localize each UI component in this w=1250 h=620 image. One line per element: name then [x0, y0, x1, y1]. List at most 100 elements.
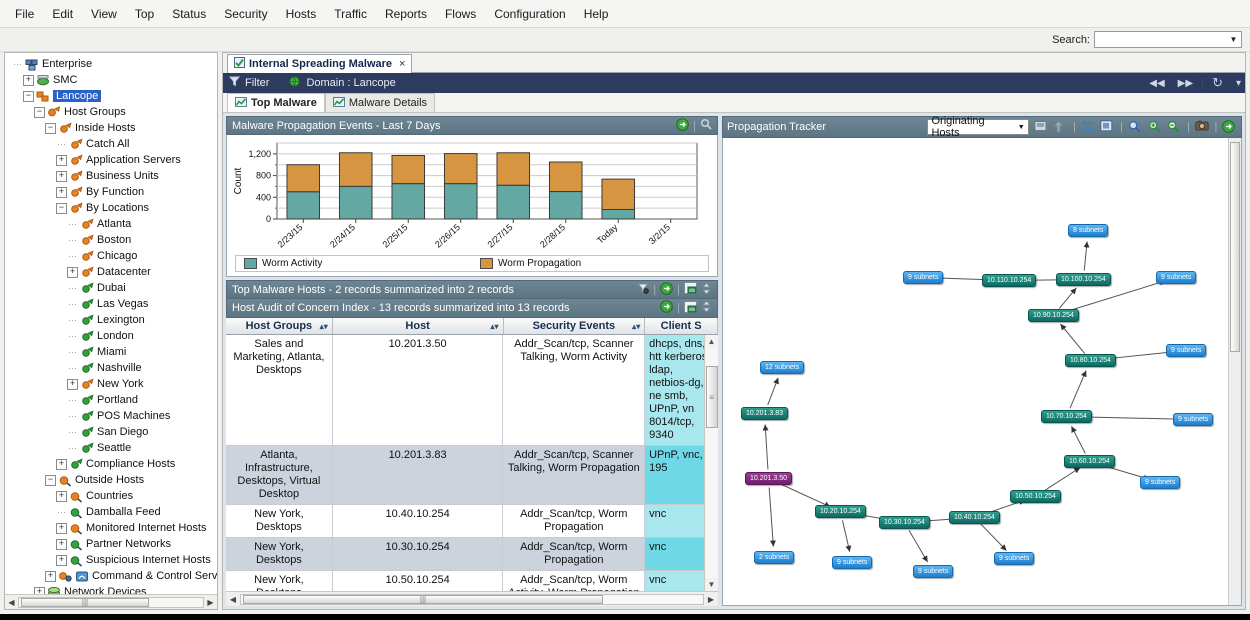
layout-icon[interactable] [1081, 120, 1096, 135]
expand-icon[interactable]: + [23, 74, 34, 86]
tree-node-catch-all[interactable]: ··· Catch All [8, 136, 217, 152]
host-node[interactable]: 10.80.10.254 [1065, 354, 1116, 367]
scroll-up-icon[interactable]: ▲ [708, 335, 716, 348]
prev-button[interactable]: ◀◀ [1145, 78, 1168, 89]
tree-node-command-control-servers[interactable]: + Command & Control Servers [8, 568, 217, 584]
expand-icon[interactable]: + [56, 490, 67, 502]
column-header-host-groups[interactable]: Host Groups ▴▾ [226, 318, 333, 334]
scroll-right-icon[interactable]: ▶ [204, 598, 217, 607]
chevron-down-icon[interactable]: ▼ [1018, 124, 1025, 131]
tree-node-suspicious-internet-hosts[interactable]: + Suspicious Internet Hosts [8, 552, 217, 568]
table-row[interactable]: Atlanta, Infrastructure, Desktops, Virtu… [226, 446, 718, 505]
subnet-node[interactable]: 12 subnets [760, 361, 805, 374]
tracker-scroll-thumb[interactable] [1230, 142, 1240, 352]
table-scroll-track[interactable]: ≡ [705, 348, 718, 578]
tree-node-london[interactable]: ··· London [8, 328, 217, 344]
tree-node-inside-hosts[interactable]: − Inside Hosts [8, 120, 217, 136]
expand-icon[interactable]: + [67, 378, 78, 390]
host-node[interactable]: 10.50.10.254 [1010, 490, 1061, 503]
host-node[interactable]: 10.60.10.254 [1064, 455, 1115, 468]
excel-icon[interactable]: xls [684, 300, 697, 316]
subtab-top-malware[interactable]: Top Malware [227, 93, 325, 112]
expand-icon[interactable]: + [67, 266, 78, 278]
host-node[interactable]: 10.201.3.83 [741, 407, 788, 420]
host-node[interactable]: 10.30.10.254 [879, 516, 930, 529]
menu-item-security[interactable]: Security [215, 3, 276, 25]
collapse-icon[interactable]: − [34, 106, 45, 118]
menu-item-view[interactable]: View [82, 3, 126, 25]
filter-icon[interactable] [637, 282, 650, 297]
tree-node-san-diego[interactable]: ··· San Diego [8, 424, 217, 440]
search-input[interactable]: ▼ [1094, 31, 1242, 48]
menu-item-file[interactable]: File [6, 3, 43, 25]
subnet-node[interactable]: 9 subnets [1173, 413, 1214, 426]
magnify-icon[interactable] [700, 118, 712, 133]
tree-node-new-york[interactable]: + New York [8, 376, 217, 392]
resize-icon[interactable] [701, 281, 712, 298]
tree-node-nashville[interactable]: ··· Nashville [8, 360, 217, 376]
tree-scroll-thumb[interactable]: ||| [21, 597, 149, 607]
table-row[interactable]: New York, Desktops 10.30.10.254 Addr_Scan/… [226, 538, 718, 571]
menu-item-reports[interactable]: Reports [376, 3, 436, 25]
sort-icon[interactable]: ▴▾ [491, 322, 499, 331]
expand-icon[interactable]: + [56, 538, 67, 550]
next-button[interactable]: ▶▶ [1174, 78, 1197, 89]
host-node[interactable]: 10.40.10.254 [949, 511, 1000, 524]
tree-node-miami[interactable]: ··· Miami [8, 344, 217, 360]
zoom-out-icon[interactable] [1167, 120, 1182, 135]
menu-item-edit[interactable]: Edit [43, 3, 82, 25]
host-node[interactable]: 10.90.10.254 [1028, 309, 1079, 322]
table-hscroll-thumb[interactable]: ||| [243, 594, 603, 604]
tab-internal-spreading-malware[interactable]: Internal Spreading Malware × [227, 54, 413, 73]
tree-node-countries[interactable]: + Countries [8, 488, 217, 504]
export-icon[interactable] [1222, 119, 1237, 135]
expand-icon[interactable]: + [45, 570, 56, 582]
column-header-security-events[interactable]: Security Events ▴▾ [504, 318, 646, 334]
filter-icon[interactable] [228, 76, 241, 90]
tree-node-compliance-hosts[interactable]: + Compliance Hosts [8, 456, 217, 472]
menu-item-hosts[interactable]: Hosts [277, 3, 326, 25]
sort-icon[interactable]: ▴▾ [320, 322, 328, 331]
subnet-node[interactable]: 9 subnets [913, 565, 954, 578]
expand-icon[interactable]: + [56, 186, 67, 198]
tree-node-partner-networks[interactable]: + Partner Networks [8, 536, 217, 552]
collapse-icon[interactable]: − [23, 90, 34, 102]
tree-node-application-servers[interactable]: + Application Servers [8, 152, 217, 168]
table-hscroll-track[interactable]: ||| [240, 593, 704, 605]
export-icon[interactable] [660, 300, 673, 316]
tree-node-portland[interactable]: ··· Portland [8, 392, 217, 408]
zoom-in-icon[interactable] [1148, 120, 1163, 135]
menu-item-help[interactable]: Help [575, 3, 618, 25]
tree-scroll-track[interactable]: ||| [18, 596, 204, 608]
subnet-node[interactable]: 9 subnets [994, 552, 1035, 565]
menu-item-traffic[interactable]: Traffic [325, 3, 376, 25]
subnet-node[interactable]: 9 subnets [1140, 476, 1181, 489]
refresh-icon[interactable]: ↻ [1208, 75, 1227, 91]
originating-host-node[interactable]: 10.201.3.50 [745, 472, 792, 485]
tree-node-boston[interactable]: ··· Boston [8, 232, 217, 248]
host-node[interactable]: 10.100.10.254 [1056, 273, 1111, 286]
subnet-node[interactable]: 9 subnets [832, 556, 873, 569]
column-header-host[interactable]: Host ▴▾ [333, 318, 504, 334]
tree-node-atlanta[interactable]: ··· Atlanta [8, 216, 217, 232]
camera-icon[interactable] [1194, 120, 1210, 135]
refresh-options-icon[interactable]: ▾ [1232, 78, 1245, 89]
subnet-node[interactable]: 8 subnets [1068, 224, 1109, 237]
export-icon[interactable] [660, 281, 673, 298]
save-icon[interactable] [1034, 120, 1049, 135]
subnet-node[interactable]: 2 subnets [754, 551, 795, 564]
table-vertical-scrollbar[interactable]: ▲ ≡ ▼ [704, 335, 718, 591]
tree-node-seattle[interactable]: ··· Seattle [8, 440, 217, 456]
expand-icon[interactable]: + [56, 522, 67, 534]
host-node[interactable]: 10.20.10.254 [815, 505, 866, 518]
filter-label[interactable]: Filter [245, 77, 269, 89]
originating-hosts-select[interactable]: Originating Hosts ▼ [927, 115, 1029, 139]
host-node[interactable]: 10.110.10.254 [982, 274, 1037, 287]
scroll-right-icon[interactable]: ▶ [704, 595, 718, 604]
export-icon[interactable] [676, 117, 689, 134]
tree-node-pos-machines[interactable]: ··· POS Machines [8, 408, 217, 424]
scroll-down-icon[interactable]: ▼ [708, 578, 716, 591]
scroll-left-icon[interactable]: ◀ [226, 595, 240, 604]
excel-icon[interactable]: xls [684, 282, 697, 297]
tree-node-lexington[interactable]: ··· Lexington [8, 312, 217, 328]
